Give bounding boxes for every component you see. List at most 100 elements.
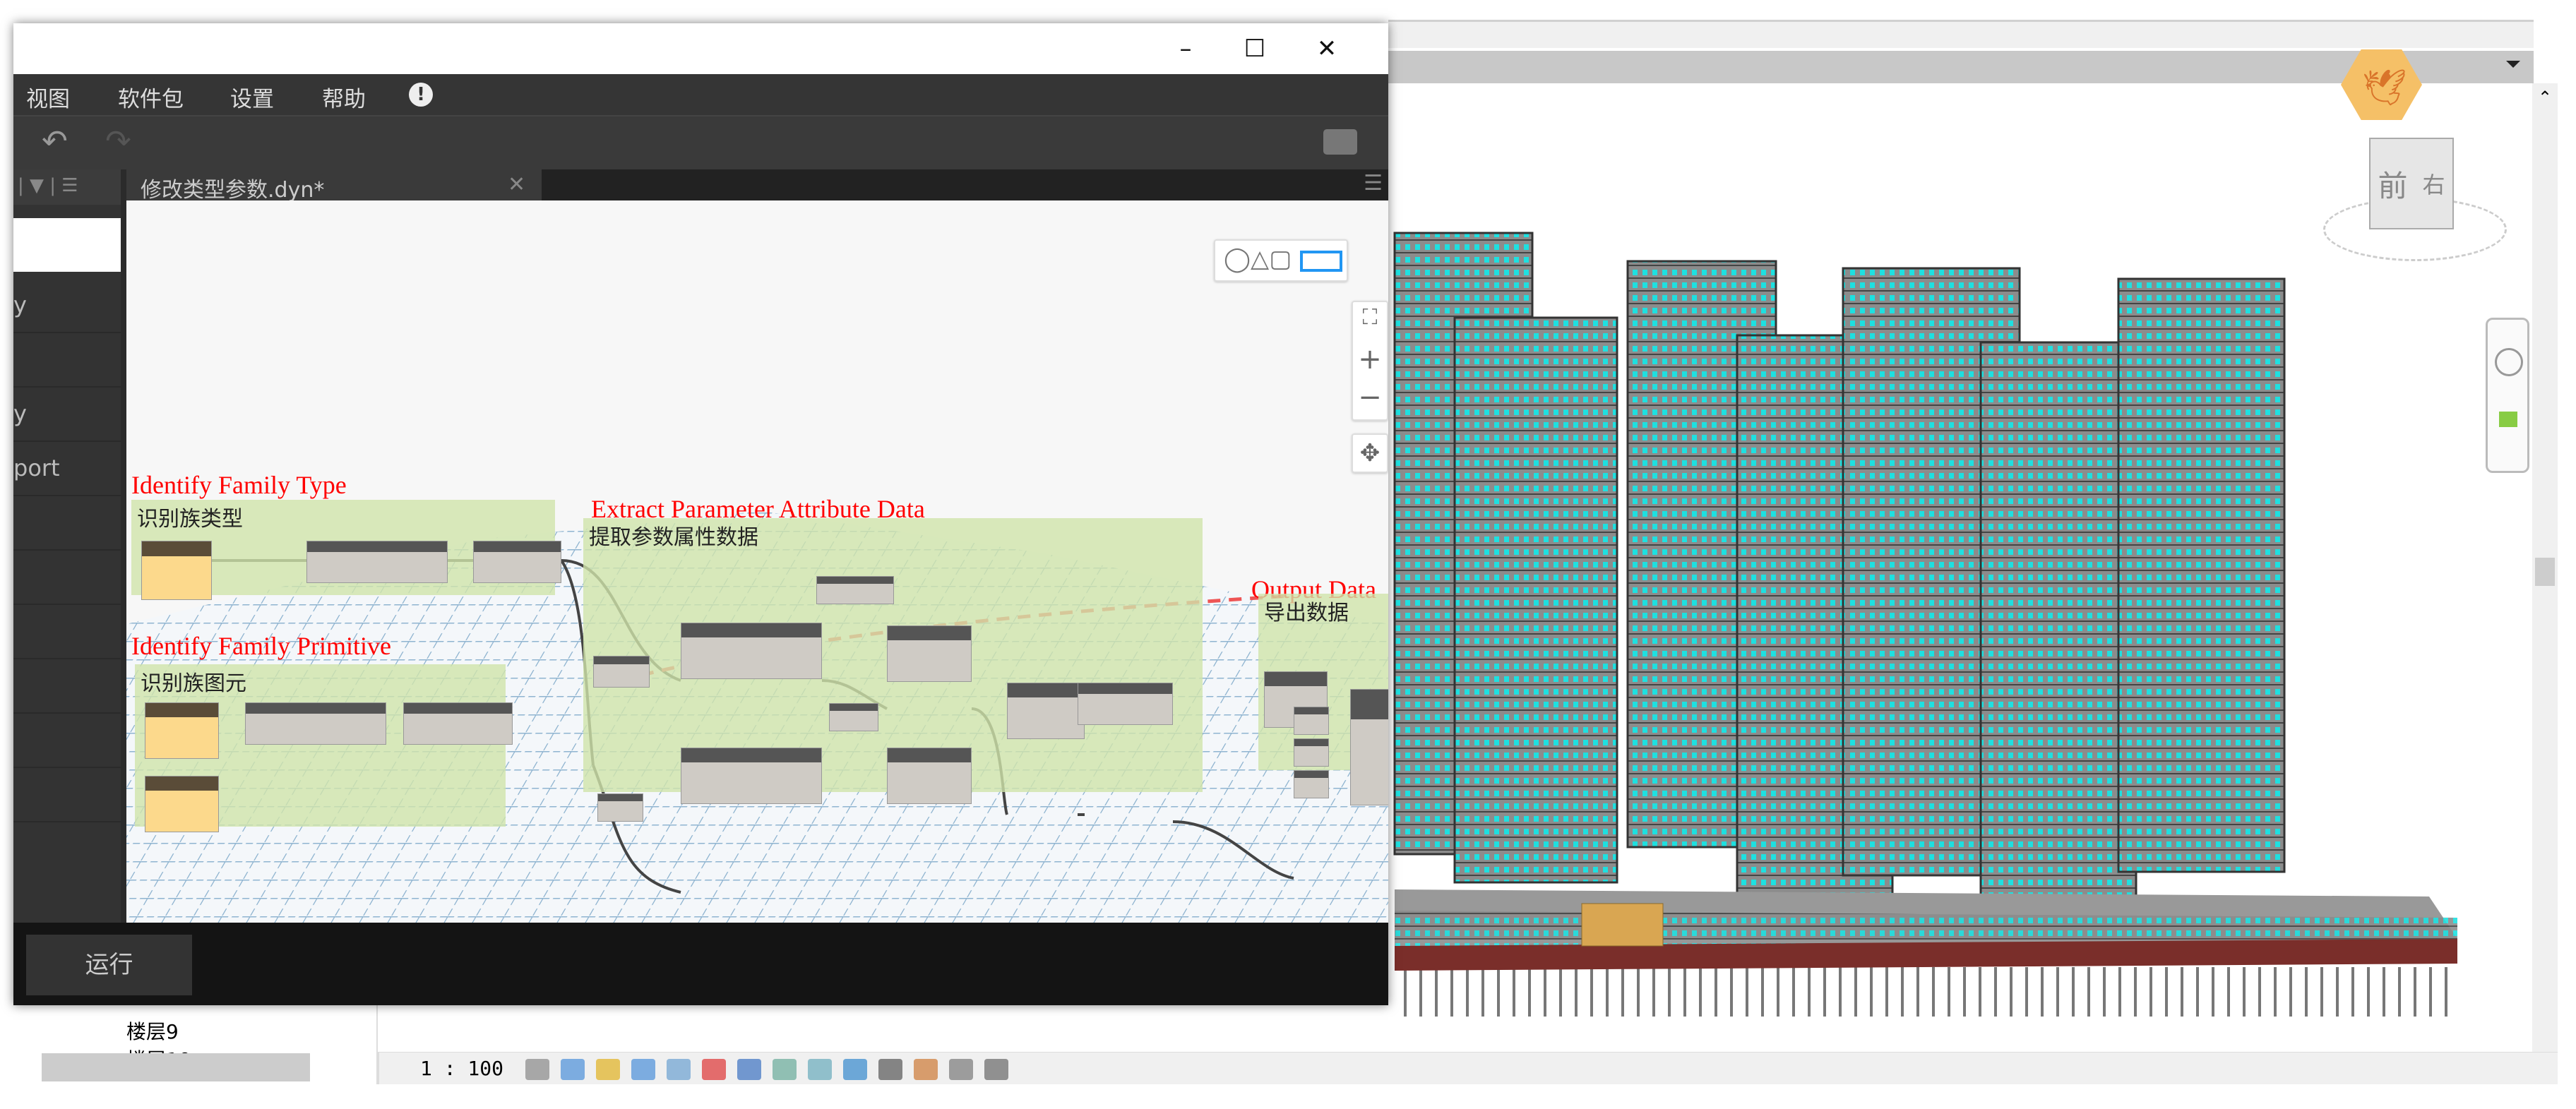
library-category[interactable] (13, 768, 121, 822)
geometry-view-icon[interactable]: ◯△▢ (1224, 245, 1292, 273)
graph-node[interactable] (816, 576, 894, 604)
minimize-button[interactable]: – (1164, 33, 1207, 64)
view-control-icon[interactable] (667, 1059, 691, 1080)
close-button[interactable]: ✕ (1306, 33, 1348, 64)
maximize-button[interactable]: ☐ (1234, 33, 1276, 64)
menu-packages[interactable]: 软件包 (118, 81, 184, 113)
graph-node[interactable] (1294, 738, 1329, 767)
library-category[interactable] (13, 714, 121, 768)
view-control-icon[interactable] (631, 1059, 655, 1080)
node-group[interactable]: 提取参数属性数据 (583, 518, 1203, 822)
tower (1453, 316, 1618, 884)
menu-bar: 视图 软件包 设置 帮助 ! (13, 74, 1388, 115)
view-control-icon[interactable] (984, 1059, 1008, 1080)
library-category[interactable] (13, 333, 121, 388)
view-control-icon[interactable] (596, 1059, 620, 1080)
view-toggle: ◯△▢ (1214, 239, 1348, 282)
pan-control: ✥ (1352, 433, 1388, 473)
view-control-icon[interactable] (808, 1059, 832, 1080)
graph-node[interactable] (887, 625, 972, 682)
graph-node[interactable] (403, 702, 513, 745)
library-search-input[interactable] (13, 218, 121, 272)
view-control-icon[interactable] (843, 1059, 867, 1080)
viewcube-right[interactable]: 右 (2422, 167, 2445, 200)
library-category[interactable] (13, 496, 121, 551)
library-category[interactable]: y (13, 388, 121, 442)
view-control-icon[interactable] (561, 1059, 585, 1080)
tab-close-icon[interactable]: ✕ (508, 172, 525, 197)
graph-canvas[interactable]: Identify Family Type 识别族类型 Identify Family… (126, 200, 1388, 923)
view-control-icon[interactable] (949, 1059, 973, 1080)
graph-node[interactable] (306, 541, 448, 583)
graph-view-icon[interactable] (1300, 251, 1342, 272)
graph-node[interactable] (1350, 689, 1388, 805)
zoom-fit-icon[interactable]: ⛶ (1353, 305, 1387, 330)
camera-icon[interactable] (1323, 129, 1357, 155)
navigation-bar (2486, 318, 2529, 473)
view-control-icon[interactable] (878, 1059, 902, 1080)
view-control-icon[interactable] (525, 1059, 549, 1080)
graph-node[interactable] (1007, 683, 1085, 739)
library-header-icons[interactable]: | ▼ | ☰ (13, 169, 121, 205)
graph-node[interactable] (681, 748, 822, 804)
tab-workspace[interactable]: 修改类型参数.dyn* ✕ (126, 169, 542, 203)
zoom-in-icon[interactable]: + (1353, 343, 1387, 376)
view-control-icon[interactable] (773, 1059, 797, 1080)
zoom-controls: ⛶ + − (1352, 301, 1388, 421)
library-category[interactable]: y (13, 279, 121, 333)
select-model-element-node[interactable] (145, 702, 219, 759)
annotation-label: Identify Family Type (131, 471, 347, 499)
title-bar: – ☐ ✕ (13, 23, 1388, 74)
browser-item-level9[interactable]: 楼层9 (126, 1017, 179, 1045)
graph-node[interactable] (1078, 683, 1173, 725)
view-control-icon[interactable] (737, 1059, 761, 1080)
group-title: 识别族类型 (137, 507, 243, 532)
select-model-element-node[interactable] (145, 776, 219, 832)
redo-icon[interactable]: ↷ (105, 124, 131, 160)
menu-view[interactable]: 视图 (26, 81, 70, 113)
graph-node[interactable] (593, 656, 650, 688)
view-scale[interactable]: 1 : 100 (420, 1057, 503, 1080)
graph-node[interactable] (597, 793, 643, 822)
viewcube[interactable]: 前 右 (2369, 138, 2454, 229)
run-button[interactable]: 运行 (26, 935, 192, 995)
graph-node[interactable] (887, 748, 972, 804)
tabs-menu-icon[interactable]: ☰ (1364, 171, 1383, 196)
tower (1979, 341, 2137, 930)
project-browser: 楼层9 楼层10 (13, 1005, 378, 1084)
select-model-element-node[interactable] (141, 541, 212, 600)
graph-node[interactable] (1294, 707, 1329, 735)
library-category[interactable] (13, 551, 121, 605)
library-category[interactable] (13, 605, 121, 659)
pan-icon[interactable]: ✥ (1353, 439, 1387, 467)
node-group[interactable]: 识别族图元 (135, 664, 513, 832)
dynamo-window: – ☐ ✕ 视图 软件包 设置 帮助 ! ↶ ↷ | ▼ | ☰ y y port … (13, 23, 1388, 1005)
undo-icon[interactable]: ↶ (42, 124, 68, 160)
graph-node[interactable] (473, 541, 561, 583)
graph-node[interactable] (681, 623, 822, 679)
zoom-out-icon[interactable]: − (1353, 381, 1387, 414)
graph-node[interactable] (245, 702, 386, 745)
menu-help[interactable]: 帮助 (322, 81, 366, 113)
viewcube-front[interactable]: 前 (2378, 162, 2407, 205)
browser-hscroll-thumb[interactable] (42, 1053, 310, 1081)
group-title: 识别族图元 (141, 671, 246, 696)
view-control-icon[interactable] (702, 1059, 726, 1080)
library-panel: | ▼ | ☰ y y port (13, 169, 121, 923)
steering-wheel-icon[interactable] (2495, 348, 2523, 376)
piles (1395, 967, 2454, 1017)
annotation-label: Identify Family Primitive (131, 632, 391, 660)
node-group[interactable]: 导出数据 (1258, 594, 1388, 805)
view-control-icon[interactable] (914, 1059, 938, 1080)
menu-settings[interactable]: 设置 (230, 81, 274, 113)
node-group[interactable]: 识别族类型 (131, 500, 561, 600)
toolbar: ↶ ↷ (13, 115, 1388, 169)
entrance-block (1581, 903, 1664, 947)
graph-node[interactable] (1294, 770, 1329, 798)
library-category[interactable] (13, 659, 121, 714)
zoom-region-icon[interactable] (2499, 412, 2517, 427)
graph-node[interactable] (829, 703, 878, 731)
library-category[interactable]: port (13, 442, 121, 496)
notification-icon[interactable]: ! (409, 83, 433, 107)
workspace-tabs: 修改类型参数.dyn* ✕ ☰ (126, 169, 1388, 203)
